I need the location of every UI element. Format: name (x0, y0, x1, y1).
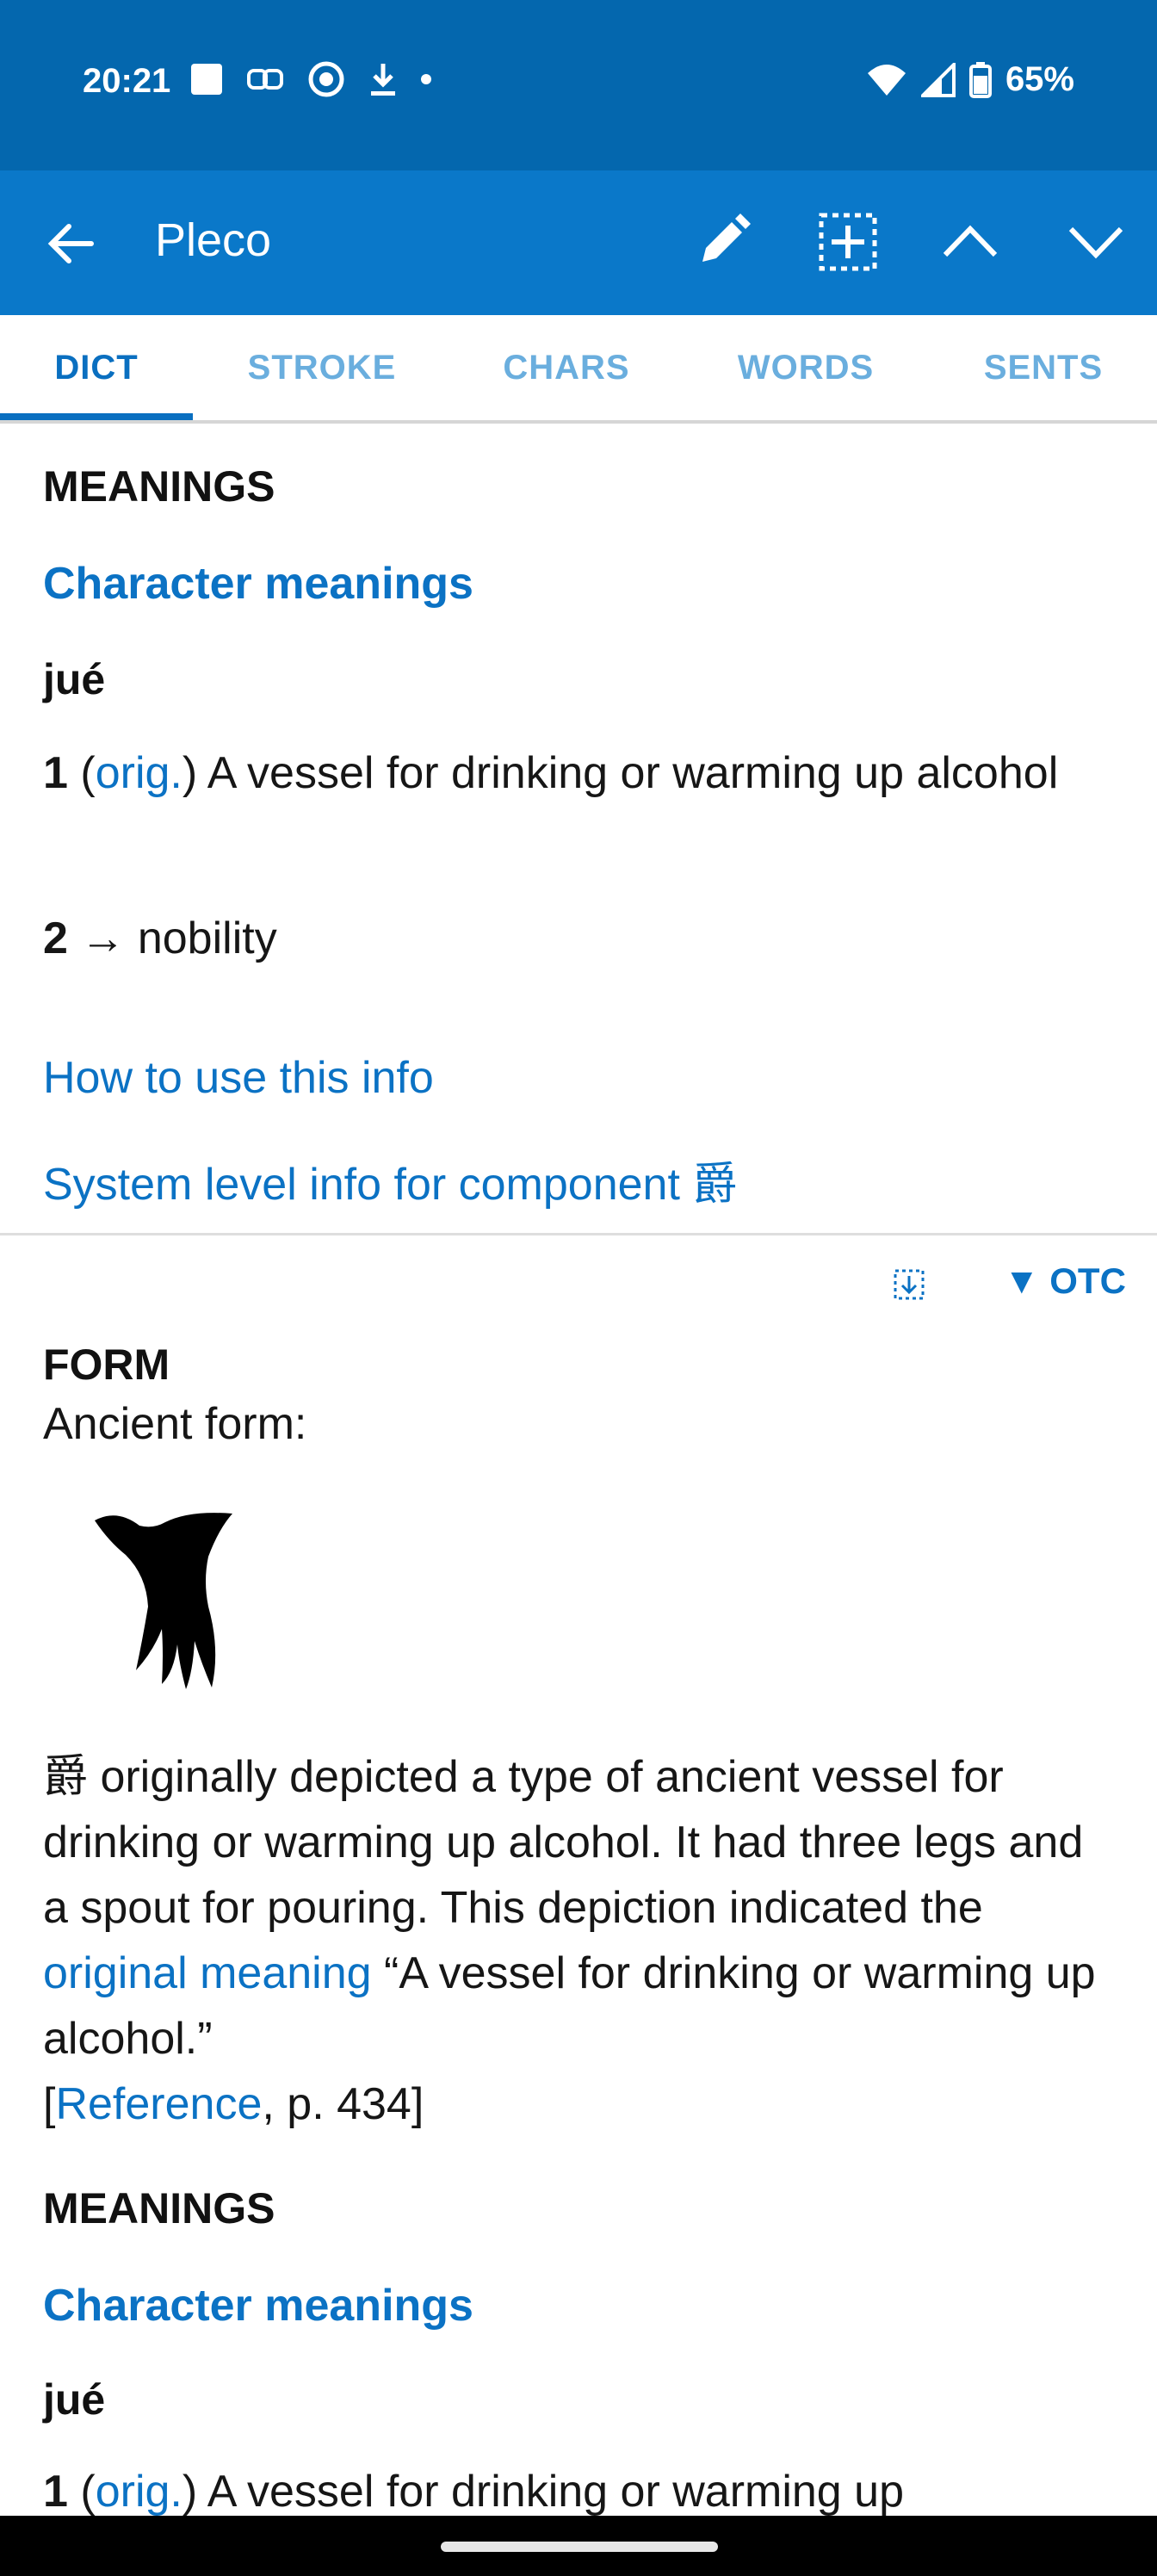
meaning-item-1: 1 (orig.) A vessel for drinking or warmi… (43, 748, 1059, 798)
tab-dict[interactable]: DICT (0, 315, 193, 420)
notification-icons (189, 60, 432, 98)
otc-source-toggle[interactable]: ▼ OTC (1004, 1260, 1126, 1302)
battery-percent: 65% (1005, 60, 1074, 98)
character-meanings-heading: Character meanings (43, 559, 473, 609)
system-level-info-link[interactable]: System level info for component 爵 (0, 1152, 780, 1217)
pinyin-2: jué (43, 2375, 106, 2424)
app-bar: Pleco (0, 170, 1157, 315)
meanings-heading-2: MEANINGS (43, 2184, 275, 2232)
meaning-item-2: 2 → nobility (0, 906, 320, 971)
status-bar: 20:21 65% (0, 0, 1157, 170)
download-icon (371, 64, 395, 96)
original-meaning-link[interactable]: original meaning (43, 1948, 372, 1998)
pencil-icon[interactable] (690, 210, 754, 274)
section-divider (0, 1233, 1157, 1235)
tab-words[interactable]: WORDS (720, 315, 892, 420)
orig-tag-link-2[interactable]: orig. (96, 2467, 183, 2516)
character-meanings-heading-2: Character meanings (43, 2281, 473, 2331)
link-icon (247, 69, 283, 90)
form-heading: FORM (43, 1341, 170, 1389)
chevron-up-icon[interactable] (938, 210, 1002, 274)
tab-bar: DICT STROKE CHARS WORDS SENTS (0, 315, 1157, 424)
back-arrow-icon[interactable] (43, 215, 100, 272)
nobility-link[interactable]: nobility (125, 913, 277, 963)
form-description: 爵 originally depicted a type of ancient … (43, 1752, 1096, 2129)
ancient-form-label: Ancient form: (43, 1399, 307, 1449)
signal-icon (920, 62, 956, 97)
active-tab-indicator (0, 413, 193, 420)
meaning-text: A vessel for drinking or warming up alco… (197, 748, 1059, 798)
home-gesture-handle[interactable] (441, 2542, 718, 2552)
meaning-item-1-repeat: 1 (orig.) A vessel for drinking or warmi… (43, 2467, 905, 2516)
dictionary-content[interactable]: MEANINGS Character meanings jué 1 (orig.… (0, 424, 1157, 2516)
how-to-use-link[interactable]: How to use this info (0, 1045, 477, 1111)
dot-icon (421, 74, 431, 84)
clock: 20:21 (83, 62, 171, 100)
ancient-form-glyph (95, 1513, 232, 1689)
tab-stroke[interactable]: STROKE (227, 315, 417, 420)
chevron-down-icon[interactable] (1064, 210, 1128, 274)
stop-square-icon (191, 64, 222, 95)
battery-icon (968, 61, 992, 98)
meaning-number: 1 (43, 748, 68, 798)
wifi-icon (867, 64, 906, 96)
meanings-heading: MEANINGS (43, 462, 275, 511)
expand-section-icon[interactable] (892, 1267, 926, 1302)
arrow-icon: → (80, 913, 126, 963)
add-box-icon[interactable] (816, 210, 880, 274)
system-icons: 65% (866, 60, 1074, 99)
orig-tag-link[interactable]: orig. (96, 748, 183, 798)
pinyin: jué (43, 655, 106, 703)
app-title: Pleco (155, 214, 272, 266)
tab-chars[interactable]: CHARS (479, 315, 654, 420)
tab-sents[interactable]: SENTS (957, 315, 1129, 420)
reference-link[interactable]: Reference (55, 2079, 262, 2129)
cloud-sync-icon (308, 61, 344, 97)
meaning-number: 2 (43, 913, 68, 963)
